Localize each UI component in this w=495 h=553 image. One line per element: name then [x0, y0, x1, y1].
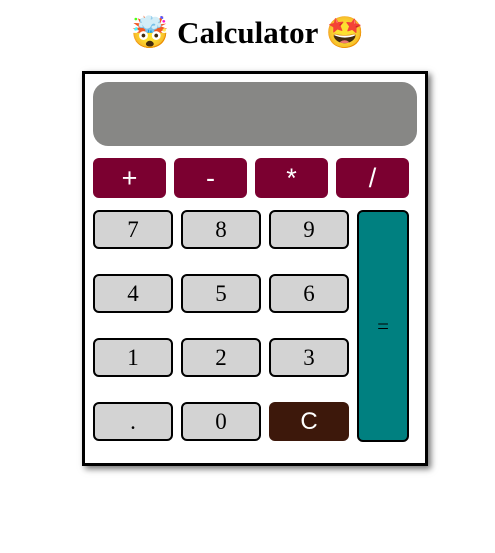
page-title: 🤯 Calculator 🤩 [130, 15, 365, 50]
digit-5-button[interactable]: 5 [181, 274, 261, 313]
digit-8-button[interactable]: 8 [181, 210, 261, 249]
multiply-button[interactable]: * [255, 158, 328, 198]
digit-0-button[interactable]: 0 [181, 402, 261, 441]
subtract-button[interactable]: - [174, 158, 247, 198]
digit-1-button[interactable]: 1 [93, 338, 173, 377]
digit-6-button[interactable]: 6 [269, 274, 349, 313]
calculator-display [93, 82, 417, 146]
decimal-button[interactable]: . [93, 402, 173, 441]
digit-9-button[interactable]: 9 [269, 210, 349, 249]
add-button[interactable]: + [93, 158, 166, 198]
calculator: + - * / 7 8 9 4 5 6 1 2 3 . 0 C = [82, 71, 428, 466]
digit-4-button[interactable]: 4 [93, 274, 173, 313]
equals-button[interactable]: = [357, 210, 409, 442]
divide-button[interactable]: / [336, 158, 409, 198]
digit-3-button[interactable]: 3 [269, 338, 349, 377]
digit-7-button[interactable]: 7 [93, 210, 173, 249]
digit-2-button[interactable]: 2 [181, 338, 261, 377]
clear-button[interactable]: C [269, 402, 349, 441]
